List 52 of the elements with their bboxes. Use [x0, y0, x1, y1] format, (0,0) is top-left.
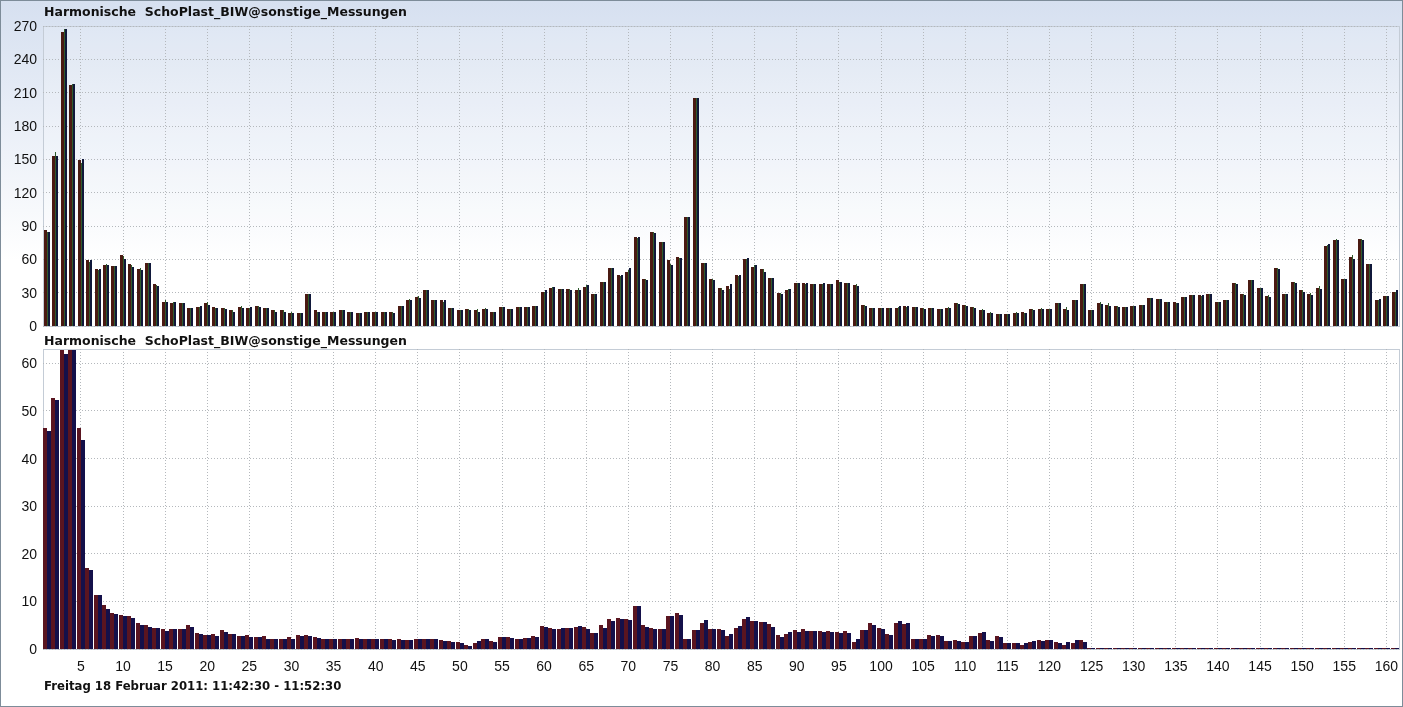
- axis-label: 100: [869, 658, 893, 674]
- axis-label: 60: [21, 251, 37, 268]
- chart-title: Harmonische SchoPlast_BIW@sonstige_Messungen: [43, 3, 407, 21]
- axis-label: 155: [1332, 658, 1356, 674]
- axis-label: 90: [789, 658, 805, 674]
- axis-label: 0: [29, 641, 37, 657]
- axis-label: 30: [21, 498, 37, 515]
- axis-label: 240: [13, 51, 37, 68]
- axis-label: 210: [13, 84, 37, 101]
- axis-label: 140: [1206, 658, 1230, 674]
- axis-label: 115: [996, 658, 1019, 674]
- axis-label: 20: [199, 658, 216, 674]
- axis-label: 40: [21, 450, 37, 467]
- axis-label: 55: [494, 658, 510, 674]
- axis-label: 130: [1122, 658, 1146, 674]
- axis-label: 125: [1079, 658, 1104, 674]
- axis-label: 145: [1248, 658, 1272, 674]
- axis-label: 70: [620, 658, 637, 674]
- axis-label: 0: [29, 318, 37, 333]
- axis-label: 10: [21, 593, 37, 610]
- axis-label: 50: [21, 402, 37, 419]
- axis-label: 80: [704, 658, 721, 674]
- axis-label: 35: [325, 658, 342, 674]
- axis-label: 25: [241, 658, 258, 674]
- axis-label: 75: [662, 658, 679, 674]
- axis-label: 40: [367, 658, 384, 674]
- axis-label: 150: [13, 151, 37, 168]
- axis-label: 50: [452, 658, 468, 674]
- axis-label: 180: [13, 118, 37, 134]
- axis-label: 5: [77, 658, 85, 674]
- axis-label: 30: [283, 658, 300, 674]
- axis-label: 120: [13, 184, 37, 201]
- axis-label: 60: [536, 658, 552, 674]
- axis-label: 270: [13, 21, 37, 34]
- axis-label: 10: [115, 658, 131, 674]
- axis-label: 90: [21, 218, 37, 234]
- axis-label: 20: [21, 545, 37, 562]
- axis-label: 85: [746, 658, 763, 674]
- axis-label: 45: [410, 658, 426, 674]
- axis-label: 65: [578, 658, 595, 674]
- axis-label: 160: [1374, 658, 1399, 674]
- axis-label: 110: [954, 658, 977, 674]
- axis-label: 135: [1164, 658, 1188, 674]
- axis-label: 150: [1290, 658, 1314, 674]
- axis-label: 30: [21, 284, 37, 301]
- axis-label: 105: [911, 658, 935, 674]
- axis-label: 95: [831, 658, 847, 674]
- time-range-label: Freitag 18 Februar 2011: 11:42:30 - 11:52:30: [43, 678, 342, 695]
- chart-title: Harmonische SchoPlast_BIW@sonstige_Messungen: [43, 333, 407, 348]
- axis-label: 120: [1037, 658, 1062, 674]
- axis-label: 60: [21, 355, 37, 372]
- axis-label: 15: [157, 658, 173, 674]
